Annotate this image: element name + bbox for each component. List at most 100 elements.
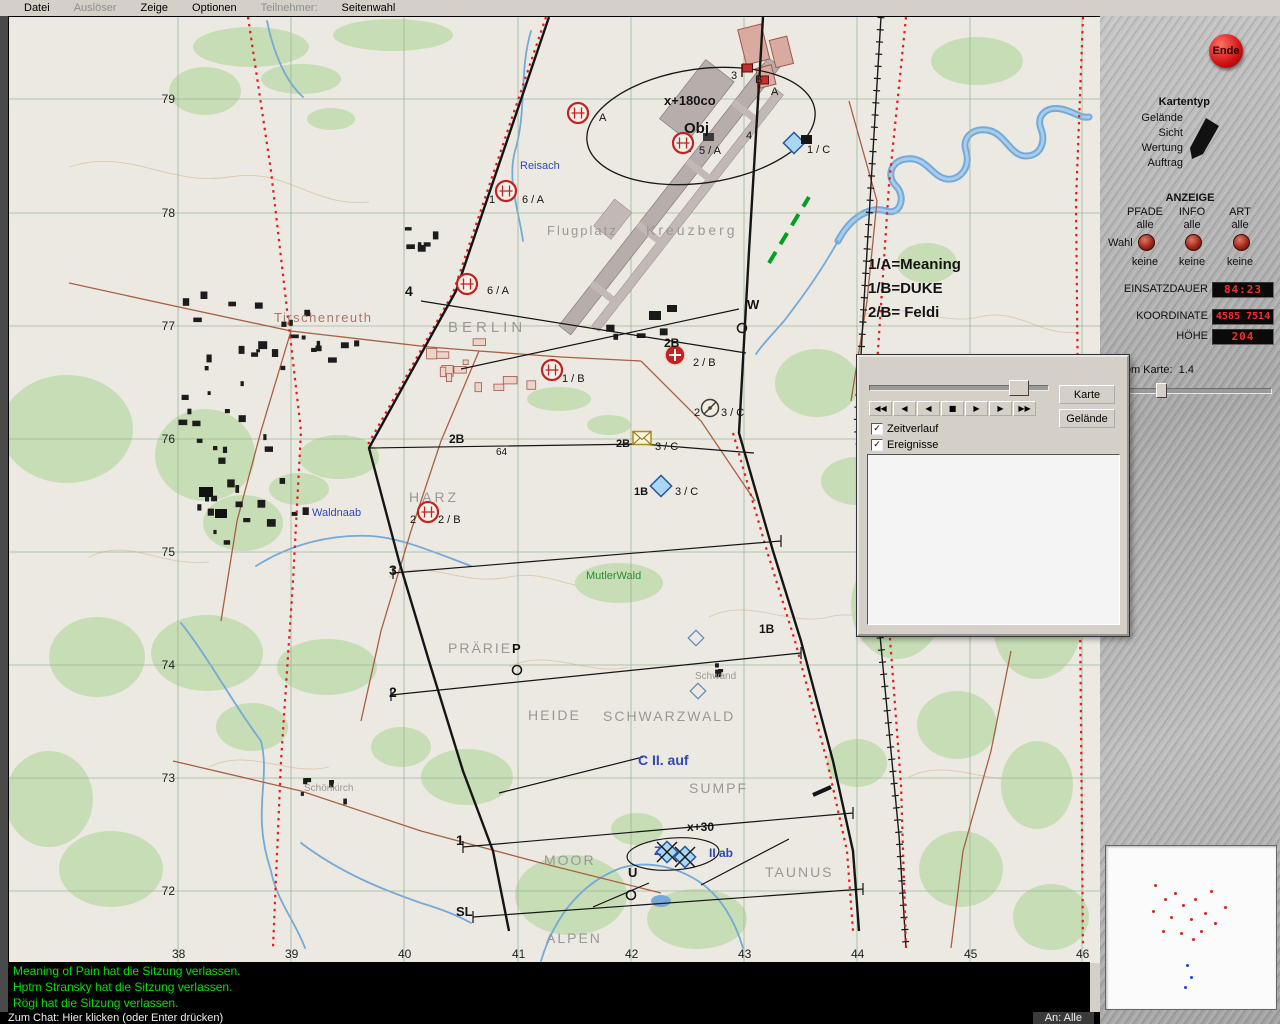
- anzeige-alle-pfade: alle: [1120, 219, 1170, 231]
- anzeige-alle-info: alle: [1167, 219, 1217, 231]
- zoom-slider-track[interactable]: [1128, 388, 1272, 394]
- ereignisse-checkbox[interactable]: ✓ Ereignisse: [871, 439, 938, 451]
- map-elevation-64: 64: [496, 447, 508, 458]
- map-label-moor: MOOR: [544, 852, 596, 868]
- einsatzdauer-label: EINSATZDAUER: [1108, 283, 1208, 295]
- unit-black-rect[interactable]: [801, 135, 812, 144]
- karte-button[interactable]: Karte: [1059, 385, 1115, 404]
- gelaende-button[interactable]: Gelände: [1059, 409, 1115, 428]
- map-annotation-z: Z: [654, 844, 661, 858]
- unit-label: 6 / A: [487, 285, 510, 297]
- map-label-schwand: Schwand: [695, 671, 736, 682]
- svg-text:79: 79: [162, 92, 176, 106]
- zoom-value: 1.4: [1179, 364, 1194, 376]
- urban-block: [215, 509, 227, 518]
- step-forward-button[interactable]: ▶: [989, 401, 1012, 416]
- map-line-sl: SL: [456, 904, 473, 919]
- minimap-blue-dot: [1184, 986, 1187, 989]
- unit-label: 2: [410, 514, 416, 526]
- map-phaseline-2: 2: [389, 684, 397, 700]
- kartentyp-option-wertung[interactable]: Wertung: [1141, 141, 1183, 156]
- minimap-red-dot: [1210, 890, 1213, 893]
- unit-red-circle[interactable]: [568, 103, 588, 123]
- stop-button[interactable]: ■: [941, 401, 964, 416]
- map-label-flugplatz: Flugplatz: [547, 223, 618, 238]
- anzeige-alle-art: alle: [1215, 219, 1265, 231]
- minimap[interactable]: [1105, 845, 1277, 1010]
- step-back-button[interactable]: ◀: [917, 401, 940, 416]
- einsatzdauer-display: 84:23: [1212, 282, 1274, 298]
- event-listbox[interactable]: [867, 454, 1120, 625]
- unit-blue-diamond-killed[interactable]: [674, 846, 695, 867]
- map-annotation-c2auf: C II. auf: [638, 752, 689, 768]
- fast-forward-button[interactable]: ▶▶: [1013, 401, 1036, 416]
- map-label-schwarzwald: SCHWARZWALD: [603, 708, 735, 724]
- svg-text:43: 43: [738, 947, 752, 961]
- minimap-red-dot: [1180, 932, 1183, 935]
- anzeige-col-art: ART: [1215, 206, 1265, 218]
- ereignisse-label: Ereignisse: [887, 439, 938, 451]
- unit-label: 1B: [634, 486, 648, 498]
- svg-text:41: 41: [512, 947, 526, 961]
- map-point-p: P: [512, 641, 521, 656]
- kartentyp-title: Kartentyp: [1159, 96, 1210, 108]
- map-point-w: W: [747, 297, 760, 312]
- minimap-red-dot: [1224, 906, 1227, 909]
- chat-line: Rögi hat die Sitzung verlassen.: [8, 995, 1090, 1011]
- rewind-start-button[interactable]: ◀◀: [869, 401, 892, 416]
- unit-red-circle[interactable]: [418, 502, 438, 522]
- unit-red-circle[interactable]: [457, 274, 477, 294]
- unit-envelope[interactable]: [633, 432, 651, 445]
- map-label-alpen: ALPEN: [546, 930, 602, 946]
- unit-label: 2: [694, 407, 700, 419]
- ende-button[interactable]: Ende: [1209, 34, 1243, 68]
- map-label-schoenkirch: Schönkirch: [304, 783, 353, 794]
- timeline-slider-handle[interactable]: [1009, 380, 1029, 396]
- chat-input-bar[interactable]: Zum Chat: Hier klicken (oder Enter drück…: [0, 1012, 1100, 1024]
- map-label-mutlerwald: MutlerWald: [586, 570, 641, 582]
- menu-item-zeige[interactable]: Zeige: [140, 2, 168, 14]
- unit-label: 2 / B: [438, 514, 461, 526]
- unit-circle-slash[interactable]: [702, 400, 719, 417]
- unit-label: 6 / A: [522, 194, 545, 206]
- chat-prompt[interactable]: Zum Chat: Hier klicken (oder Enter drück…: [0, 1012, 1033, 1024]
- zeitverlauf-checkbox[interactable]: ✓ Zeitverlauf: [871, 423, 938, 435]
- info-knob[interactable]: [1185, 234, 1202, 251]
- hoehe-label: HÖHE: [1108, 330, 1208, 342]
- svg-text:77: 77: [162, 319, 176, 333]
- svg-text:40: 40: [398, 947, 412, 961]
- menu-item-seitenwahl[interactable]: Seitenwahl: [342, 2, 396, 14]
- anzeige-col-info: INFO: [1167, 206, 1217, 218]
- kartentyp-options: Gelände Sicht Wertung Auftrag: [1141, 111, 1183, 171]
- window-edge: [0, 16, 8, 1012]
- menu-item-datei[interactable]: Datei: [24, 2, 50, 14]
- minimap-red-dot: [1182, 904, 1185, 907]
- zoom-slider-handle[interactable]: [1156, 383, 1167, 398]
- unit-label: 3: [731, 70, 737, 82]
- map-annotation-x30: x+30: [687, 820, 714, 834]
- menu-bar: Datei Auslöser Zeige Optionen Teilnehmer…: [0, 0, 1280, 17]
- unit-red-circle[interactable]: [542, 360, 562, 380]
- map-label-harz: HARZ: [409, 489, 459, 505]
- menu-item-optionen[interactable]: Optionen: [192, 2, 237, 14]
- wahl-label: Wahl: [1108, 237, 1133, 249]
- kartentyp-option-auftrag[interactable]: Auftrag: [1141, 156, 1183, 171]
- map-label-taunus: TAUNUS: [765, 864, 834, 880]
- anzeige-keine-art: keine: [1215, 256, 1265, 268]
- playback-panel[interactable]: ◀◀ ◀ ◀ ■ ▶ ▶ ▶▶ Karte Gelände ✓ Zeitverl…: [857, 355, 1129, 636]
- kartentyp-option-sicht[interactable]: Sicht: [1141, 126, 1183, 141]
- play-button[interactable]: ▶: [965, 401, 988, 416]
- minimap-blue-dot: [1186, 964, 1189, 967]
- minimap-red-dot: [1174, 892, 1177, 895]
- pfade-knob[interactable]: [1138, 234, 1155, 251]
- art-knob[interactable]: [1233, 234, 1250, 251]
- chat-recipient[interactable]: An: Alle: [1033, 1012, 1094, 1024]
- map-phaseline-1: 1: [456, 832, 464, 848]
- kartentyp-option-gelaende[interactable]: Gelände: [1141, 111, 1183, 126]
- chat-log[interactable]: Meaning of Pain hat die Sitzung verlasse…: [8, 962, 1090, 1013]
- svg-text:74: 74: [162, 658, 176, 672]
- svg-text:39: 39: [285, 947, 299, 961]
- rewind-button[interactable]: ◀: [893, 401, 916, 416]
- svg-text:46: 46: [1076, 947, 1090, 961]
- unit-red-circle[interactable]: [496, 181, 516, 201]
